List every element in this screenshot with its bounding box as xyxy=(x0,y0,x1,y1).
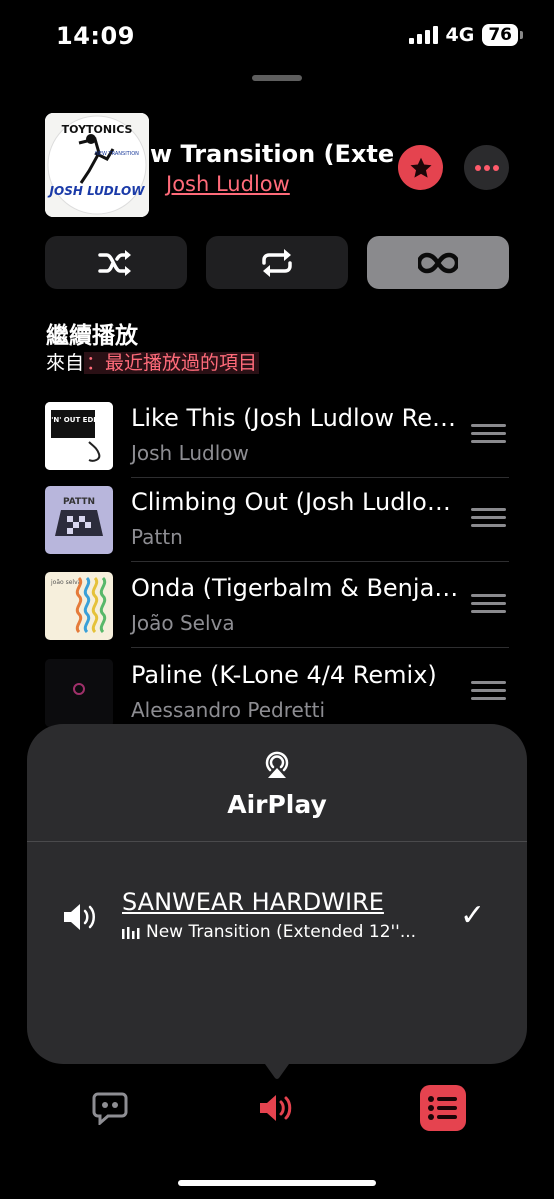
airplay-icon xyxy=(265,751,289,778)
now-playing-artwork[interactable]: TOYTONICS NEW TRANSITION JOSH LUDLOW xyxy=(45,113,149,217)
speaker-icon xyxy=(260,1095,292,1121)
queue-list-icon xyxy=(428,1096,457,1120)
art-text-bottom: JOSH LUDLOW xyxy=(48,184,146,198)
reorder-handle-icon[interactable] xyxy=(471,681,506,703)
reorder-handle-icon[interactable] xyxy=(471,594,506,616)
queue-row[interactable]: IN 'N' OUT EDITS Like This (Josh Ludlow … xyxy=(45,402,509,488)
track-artist: Pattn xyxy=(131,525,183,549)
track-artwork: joão selva xyxy=(45,572,113,640)
art-label: joão selva xyxy=(50,579,82,586)
panel-pointer xyxy=(255,1050,299,1079)
now-playing-title[interactable]: w Transition (Extended 12'' Mix) xyxy=(150,140,395,168)
status-bar-right: 4G 76 xyxy=(408,24,523,46)
checkmark-icon: ✓ xyxy=(460,898,486,933)
autoplay-button[interactable] xyxy=(367,236,509,289)
queue-source-link[interactable]: ：最近播放過的項目 xyxy=(84,352,260,374)
track-title: Onda (Tigerbalm & Benja Molina Remix) xyxy=(131,574,461,602)
track-title: Like This (Josh Ludlow Rework) xyxy=(131,404,461,432)
star-icon xyxy=(409,157,432,178)
track-title: Paline (K-Lone 4/4 Remix) xyxy=(131,661,437,689)
art-label: IN 'N' OUT EDITS xyxy=(45,416,106,424)
airplay-title: AirPlay xyxy=(227,790,327,819)
track-artist: João Selva xyxy=(131,611,235,635)
queue-source[interactable]: 來自 ：最近播放過的項目 xyxy=(46,348,260,375)
sheet-grabber[interactable] xyxy=(252,75,302,81)
track-artwork: IN 'N' OUT EDITS xyxy=(45,402,113,470)
airplay-device-track: New Transition (Extended 12''... xyxy=(122,922,416,942)
row-divider xyxy=(131,561,509,562)
ellipsis-icon xyxy=(474,164,499,171)
repeat-button[interactable] xyxy=(206,236,348,289)
queue-row[interactable]: PATTN Climbing Out (Josh Ludlow Remix) P… xyxy=(45,486,509,572)
row-divider xyxy=(131,477,509,478)
queue-button[interactable] xyxy=(420,1085,466,1131)
art-label: PATTN xyxy=(63,497,95,507)
queue-section-title: 繼續播放 xyxy=(46,323,138,349)
device-track-label: New Transition (Extended 12''... xyxy=(146,922,417,942)
speaker-icon xyxy=(64,904,95,930)
repeat-icon xyxy=(262,248,292,277)
reorder-handle-icon[interactable] xyxy=(471,424,506,446)
signal-icon xyxy=(408,26,438,44)
queue-row[interactable]: joão selva Onda (Tigerbalm & Benja Molin… xyxy=(45,572,509,658)
home-indicator[interactable] xyxy=(178,1180,376,1186)
row-divider xyxy=(131,647,509,648)
art-text-top: TOYTONICS xyxy=(62,123,133,136)
favorite-button[interactable] xyxy=(398,145,443,190)
shuffle-button[interactable] xyxy=(45,236,187,289)
queue-from-label: 來自 xyxy=(46,352,85,374)
airplay-divider xyxy=(27,841,527,842)
lyrics-button[interactable] xyxy=(90,1088,130,1128)
track-title: Climbing Out (Josh Ludlow Remix) xyxy=(131,488,461,516)
airplay-device-name[interactable]: SANWEAR HARDWIRE xyxy=(122,888,384,916)
status-time: 14:09 xyxy=(56,22,135,50)
infinity-icon xyxy=(418,252,458,273)
art-text-mid: NEW TRANSITION xyxy=(95,151,139,157)
more-button[interactable] xyxy=(464,145,509,190)
track-artist: Alessandro Pedretti xyxy=(131,698,326,722)
track-artwork xyxy=(45,659,113,727)
lyrics-icon xyxy=(92,1092,128,1125)
track-artist: Josh Ludlow xyxy=(131,441,249,465)
network-label: 4G xyxy=(445,24,475,46)
reorder-handle-icon[interactable] xyxy=(471,508,506,530)
track-artwork: PATTN xyxy=(45,486,113,554)
airplay-button[interactable] xyxy=(257,1088,297,1128)
battery-icon: 76 xyxy=(482,24,523,46)
now-playing-artist[interactable]: Josh Ludlow xyxy=(166,172,290,196)
audio-level-icon xyxy=(122,927,140,939)
shuffle-icon xyxy=(98,249,131,276)
